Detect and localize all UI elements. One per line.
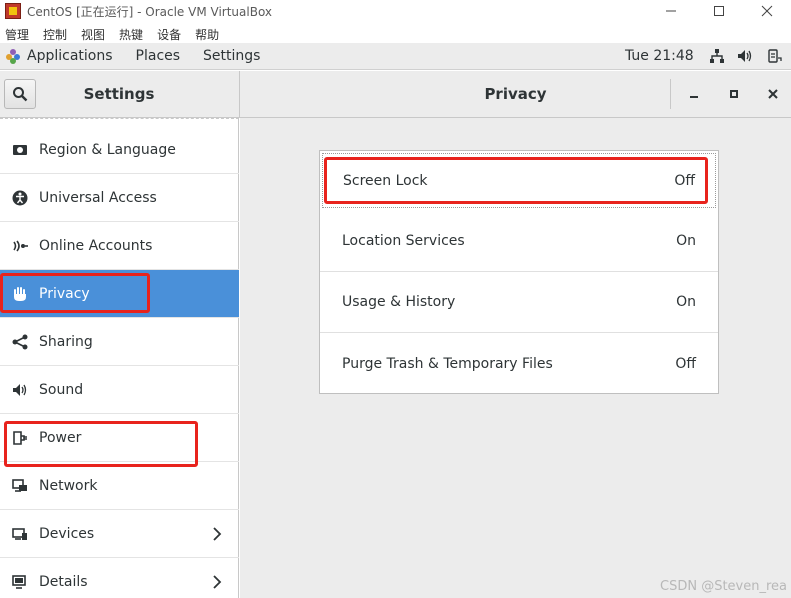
menu-manage[interactable]: 管理 xyxy=(5,26,29,43)
close-icon xyxy=(768,89,778,99)
volume-icon[interactable] xyxy=(736,47,754,65)
close-button[interactable] xyxy=(743,0,791,22)
devices-icon xyxy=(11,525,29,543)
sidebar-item-network[interactable]: Network xyxy=(0,462,239,510)
sidebar-item-label: Region & Language xyxy=(39,141,176,158)
system-menu-icon[interactable] xyxy=(765,47,783,65)
details-icon xyxy=(11,573,29,591)
header-controls-divider xyxy=(670,79,671,109)
sidebar-item-sound[interactable]: Sound xyxy=(0,366,239,414)
virtualbox-logo-icon xyxy=(5,3,21,19)
menu-devices[interactable]: 设备 xyxy=(157,26,181,43)
row-label: Purge Trash & Temporary Files xyxy=(342,355,553,372)
places-label: Places xyxy=(135,48,181,64)
row-label: Location Services xyxy=(342,233,465,249)
vbox-title-bar: CentOS [正在运行] - Oracle VM VirtualBox xyxy=(0,0,791,22)
minimize-button[interactable] xyxy=(647,0,695,22)
annotation-power xyxy=(4,421,198,467)
sidebar-scroll-edge xyxy=(0,118,239,119)
annotation-privacy xyxy=(0,273,150,313)
minimize-icon xyxy=(690,96,698,98)
close-icon xyxy=(761,5,773,17)
window-title: CentOS [正在运行] - Oracle VM VirtualBox xyxy=(27,4,273,19)
menu-hotkey[interactable]: 热键 xyxy=(119,26,143,43)
menu-help[interactable]: 帮助 xyxy=(195,26,219,43)
places-menu[interactable]: Places xyxy=(136,48,181,64)
row-purge-trash[interactable]: Purge Trash & Temporary Files Off xyxy=(320,333,718,394)
sidebar-item-devices[interactable]: Devices xyxy=(0,510,239,558)
settings-close-button[interactable] xyxy=(762,83,784,105)
share-icon xyxy=(11,333,29,351)
region-icon xyxy=(11,141,29,159)
online-accounts-icon xyxy=(11,237,29,255)
sidebar-item-label: Devices xyxy=(39,525,95,542)
watermark: CSDN @Steven_rea xyxy=(660,579,787,594)
sidebar-item-online-accounts[interactable]: Online Accounts xyxy=(0,222,239,270)
sidebar-item-label: Sharing xyxy=(39,333,93,350)
vbox-menu-bar: 管理 控制 视图 热键 设备 帮助 xyxy=(0,24,791,44)
window-controls xyxy=(647,0,791,22)
settings-menu[interactable]: Settings xyxy=(203,48,260,64)
applications-label: Applications xyxy=(27,48,113,64)
maximize-icon xyxy=(714,6,724,16)
row-label: Usage & History xyxy=(342,294,456,310)
sidebar-item-region-language[interactable]: Region & Language xyxy=(0,126,239,174)
sidebar-item-label: Details xyxy=(39,573,88,590)
sidebar-item-sharing[interactable]: Sharing xyxy=(0,318,239,366)
sidebar-item-details[interactable]: Details xyxy=(0,558,239,598)
settings-maximize-button[interactable] xyxy=(723,83,745,105)
sidebar-item-label: Network xyxy=(39,477,98,494)
sidebar-item-label: Sound xyxy=(39,381,84,398)
network-icon xyxy=(11,477,29,495)
chevron-right-icon xyxy=(212,574,222,593)
settings-label: Settings xyxy=(203,48,261,64)
sidebar-item-universal-access[interactable]: Universal Access xyxy=(0,174,239,222)
minimize-icon xyxy=(666,10,676,12)
row-value: Off xyxy=(675,355,696,372)
row-usage-history[interactable]: Usage & History On xyxy=(320,272,718,333)
maximize-icon xyxy=(730,90,738,98)
row-value: On xyxy=(676,233,696,249)
settings-minimize-button[interactable] xyxy=(683,83,705,105)
sidebar-item-label: Online Accounts xyxy=(39,237,153,254)
network-wired-icon[interactable] xyxy=(708,47,726,65)
speaker-icon xyxy=(11,381,29,399)
maximize-button[interactable] xyxy=(695,0,743,22)
row-value: On xyxy=(676,294,696,310)
applications-menu[interactable]: Applications xyxy=(0,48,113,64)
settings-title: Settings xyxy=(83,85,155,103)
panel-title: Privacy xyxy=(484,85,547,103)
clock[interactable]: Tue 21:48 xyxy=(625,48,694,64)
settings-sidebar: Region & Language Universal Access Onlin… xyxy=(0,118,239,598)
accessibility-icon xyxy=(11,189,29,207)
gnome-top-bar: Applications Places Settings Tue 21:48 xyxy=(0,43,791,70)
sidebar-item-label: Universal Access xyxy=(39,189,157,206)
annotation-screen-lock xyxy=(324,157,708,204)
chevron-right-icon xyxy=(212,526,222,545)
menu-control[interactable]: 控制 xyxy=(43,26,67,43)
row-location-services[interactable]: Location Services On xyxy=(320,211,718,272)
menu-view[interactable]: 视图 xyxy=(81,26,105,43)
gnome-foot-icon xyxy=(6,49,20,64)
settings-header-bar: Settings Privacy xyxy=(0,71,791,118)
